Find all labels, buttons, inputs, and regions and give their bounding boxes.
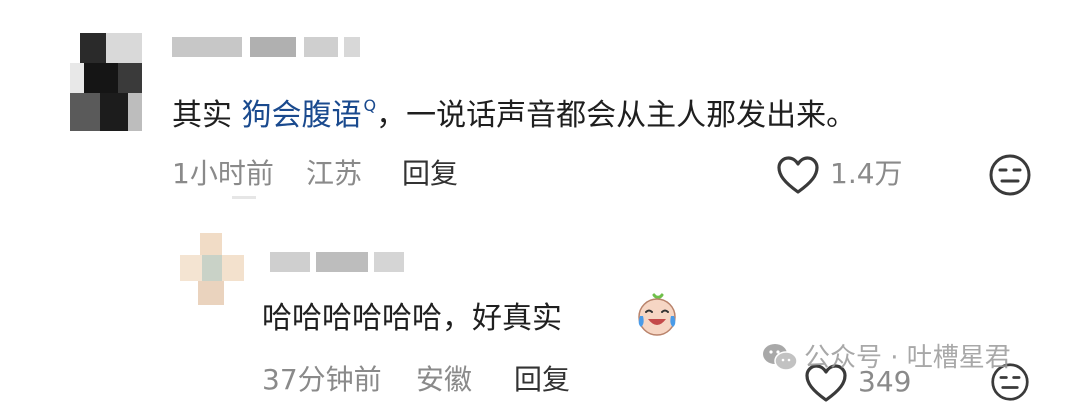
name-mosaic-block	[250, 37, 296, 57]
keyword-link[interactable]: 狗会腹语 Q	[241, 96, 377, 133]
reply-text-content: 哈哈哈哈哈哈，好真实	[262, 301, 562, 336]
name-mosaic-block	[344, 37, 360, 57]
avatar-mosaic-block	[106, 33, 142, 63]
comment-suffix: ，一说话声音都会从主人那发出来。	[376, 98, 857, 133]
divider	[232, 196, 256, 199]
comment-time: 1小时前	[172, 157, 274, 190]
reply-username-blurred[interactable]	[270, 252, 410, 274]
avatar-mosaic-block	[180, 255, 202, 281]
reply-time: 37分钟前	[262, 363, 382, 396]
avatar-mosaic-block	[70, 63, 84, 93]
avatar[interactable]	[70, 33, 142, 131]
name-mosaic-block	[304, 37, 338, 57]
search-icon: Q	[363, 96, 377, 115]
avatar-mosaic-block	[70, 93, 100, 131]
name-mosaic-block	[270, 252, 310, 272]
avatar-mosaic-block	[84, 63, 118, 93]
name-mosaic-block	[316, 252, 368, 272]
comment-location: 江苏	[306, 157, 363, 190]
comment-prefix: 其实	[172, 98, 232, 133]
reply-text: 哈哈哈哈哈哈，好真实	[262, 299, 562, 339]
avatar-mosaic-block	[80, 33, 106, 63]
avatar-mosaic-block	[118, 63, 142, 93]
crying-laughing-emoji-icon	[634, 292, 680, 338]
name-mosaic-block	[172, 37, 242, 57]
avatar-mosaic-block	[202, 255, 222, 281]
name-mosaic-block	[374, 252, 404, 272]
avatar-mosaic-block	[100, 93, 128, 131]
comment-text: 其实 狗会腹语 Q，一说话声音都会从主人那发出来。	[172, 86, 856, 136]
username-blurred[interactable]	[172, 37, 362, 59]
avatar-mosaic-block	[198, 281, 224, 305]
heart-outline-icon[interactable]	[776, 155, 820, 195]
avatar-mosaic-block	[128, 93, 142, 131]
avatar-mosaic-block	[222, 255, 244, 281]
like-count: 1.4万	[830, 157, 903, 190]
reply-button[interactable]: 回复	[402, 156, 458, 192]
reply-avatar[interactable]	[180, 233, 244, 305]
keyword-text: 狗会腹语	[241, 98, 362, 133]
neutral-face-icon[interactable]	[988, 153, 1032, 197]
watermark-text: 公众号 · 吐槽星君	[804, 343, 1011, 373]
reply-reply-button[interactable]: 回复	[514, 362, 570, 398]
wechat-icon	[762, 342, 798, 372]
avatar-mosaic-block	[200, 233, 222, 255]
reply-location: 安徽	[416, 363, 473, 396]
